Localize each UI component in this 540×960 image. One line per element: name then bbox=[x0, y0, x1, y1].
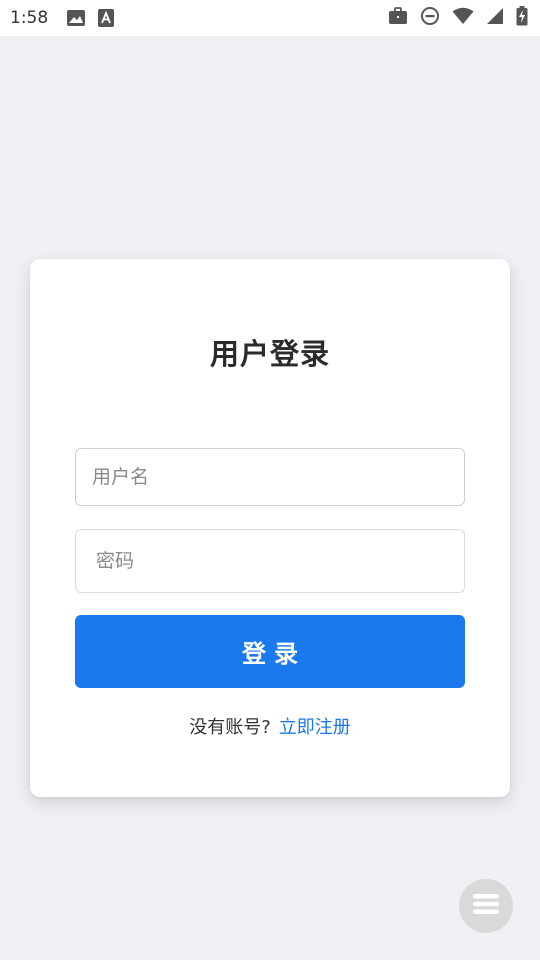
status-time: 1:58 bbox=[10, 8, 49, 28]
password-input[interactable] bbox=[75, 529, 465, 593]
register-link[interactable]: 立即注册 bbox=[279, 717, 351, 738]
text-a-icon bbox=[98, 9, 115, 27]
signal-icon bbox=[486, 7, 504, 29]
wifi-icon bbox=[452, 7, 474, 29]
login-card: 用户登录 登录 没有账号? 立即注册 bbox=[30, 259, 510, 797]
menu-icon bbox=[473, 893, 499, 919]
briefcase-icon bbox=[388, 7, 408, 29]
menu-fab-button[interactable] bbox=[459, 879, 513, 933]
image-icon bbox=[66, 9, 86, 27]
no-account-text: 没有账号? bbox=[189, 717, 271, 738]
username-input[interactable] bbox=[75, 448, 465, 506]
register-row: 没有账号? 立即注册 bbox=[30, 713, 510, 739]
battery-charging-icon bbox=[516, 6, 528, 30]
page-title: 用户登录 bbox=[209, 337, 330, 371]
do-not-disturb-icon bbox=[420, 6, 440, 30]
login-button[interactable]: 登录 bbox=[75, 615, 465, 688]
status-bar: 1:58 bbox=[0, 0, 540, 36]
